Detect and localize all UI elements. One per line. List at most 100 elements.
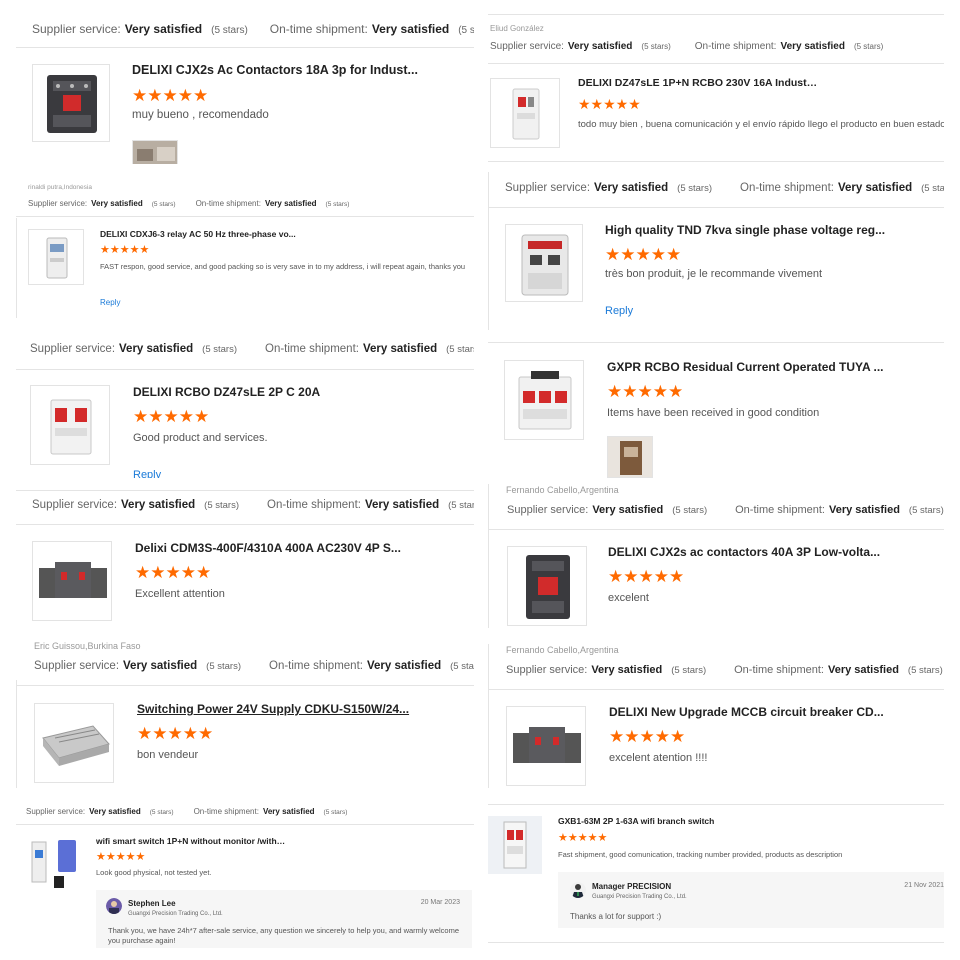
- review-card: rinaldi putra,Indonesia Supplier service…: [16, 178, 474, 320]
- seller-avatar: [570, 882, 586, 898]
- divider: [16, 824, 474, 825]
- seller-avatar: [106, 898, 122, 914]
- product-thumbnail[interactable]: [506, 706, 586, 786]
- product-thumbnail[interactable]: [28, 229, 84, 285]
- divider: [488, 342, 944, 343]
- review-card: Fernando Cabello,Argentina Supplier serv…: [488, 484, 944, 628]
- product-thumbnail[interactable]: [30, 385, 110, 465]
- divider: [488, 172, 489, 330]
- review-card: GXPR RCBO Residual Current Operated TUYA…: [488, 342, 944, 478]
- review-card: Supplier service: Very satisfied (5 stars)…: [16, 334, 474, 478]
- product-title[interactable]: DELIXI CJX2s Ac Contactors 18A 3p for In…: [132, 63, 432, 77]
- star-rating: ★★★★★: [132, 86, 209, 105]
- reviewer-name: rinaldi putra,Indonesia: [28, 184, 92, 191]
- product-thumbnail[interactable]: [507, 546, 587, 626]
- divider: [488, 529, 944, 530]
- product-thumbnail[interactable]: [488, 816, 542, 874]
- divider: [16, 490, 474, 491]
- seller-company: Guangxi Precision Trading Co., Ltd.: [592, 894, 687, 900]
- divider: [16, 685, 474, 686]
- product-title[interactable]: DELIXI CDXJ6-3 relay AC 50 Hz three-phas…: [100, 229, 320, 239]
- product-thumbnail[interactable]: [32, 541, 112, 621]
- product-title[interactable]: Delixi CDM3S-400F/4310A 400A AC230V 4P S…: [135, 541, 425, 555]
- ratings-row: Supplier service: Very satisfied (5 stars)…: [26, 807, 348, 816]
- star-rating: ★★★★★: [96, 851, 146, 863]
- star-rating: ★★★★★: [133, 407, 210, 426]
- seller-reply-text: Thank you, we have 24h*7 after-sale serv…: [108, 926, 460, 945]
- review-card: Supplier service: Very satisfied (5 stars)…: [16, 490, 474, 628]
- ratings-row: Supplier service: Very satisfied (5 stars)…: [30, 343, 474, 355]
- product-title[interactable]: GXPR RCBO Residual Current Operated TUYA…: [607, 360, 887, 374]
- review-card: Supplier service: Very satisfied (5 stars)…: [488, 172, 944, 330]
- review-comment: très bon produit, je le recommande vivem…: [605, 268, 823, 280]
- reply-date: 21 Nov 2021: [904, 882, 944, 889]
- divider: [488, 689, 944, 690]
- ratings-row: Supplier service: Very satisfied (5 stars)…: [506, 664, 943, 676]
- divider: [16, 218, 17, 318]
- review-comment: Look good physical, not tested yet.: [96, 868, 212, 877]
- star-rating: ★★★★★: [135, 563, 212, 582]
- seller-name: Stephen Lee: [128, 899, 176, 908]
- ratings-row: Supplier service: Very satisfied (5 stars)…: [507, 504, 944, 516]
- divider: [488, 207, 944, 208]
- review-photo[interactable]: [132, 140, 178, 164]
- review-comment: bon vendeur: [137, 749, 199, 761]
- review-comment: Excellent attention: [135, 588, 225, 600]
- ratings-row: Supplier service: Very satisfied (5 stars)…: [32, 22, 474, 36]
- review-comment: Good product and services.: [133, 432, 268, 444]
- review-card: Eric Guissou,Burkina Faso Supplier servi…: [16, 640, 474, 788]
- star-rating: ★★★★★: [100, 244, 150, 256]
- review-comment: muy bueno , recomendado: [132, 109, 269, 121]
- product-title[interactable]: wifi smart switch 1P+N without monitor /…: [96, 836, 286, 846]
- product-title[interactable]: Switching Power 24V Supply CDKU-S150W/24…: [137, 702, 417, 716]
- seller-reply: Stephen Lee Guangxi Precision Trading Co…: [96, 890, 472, 948]
- divider: [16, 524, 474, 525]
- review-card: Fernando Cabello,Argentina Supplier serv…: [488, 644, 944, 788]
- star-rating: ★★★★★: [578, 96, 641, 112]
- star-rating: ★★★★★: [609, 727, 686, 746]
- product-thumbnail[interactable]: [505, 224, 583, 302]
- reply-link[interactable]: Reply: [133, 469, 161, 478]
- divider: [16, 680, 17, 788]
- ratings-row: Supplier service: Very satisfied (5 stars)…: [505, 182, 944, 194]
- product-title[interactable]: High quality TND 7kva single phase volta…: [605, 223, 905, 237]
- product-thumbnail[interactable]: [34, 703, 114, 783]
- product-thumbnail[interactable]: [26, 836, 82, 892]
- divider: [488, 484, 489, 628]
- product-title[interactable]: GXB1-63M 2P 1-63A wifi branch switch: [558, 816, 758, 826]
- reply-link[interactable]: Reply: [605, 305, 633, 317]
- product-title[interactable]: DELIXI CJX2s ac contactors 40A 3P Low-vo…: [608, 545, 898, 559]
- product-title[interactable]: DELIXI DZ47sLE 1P+N RCBO 230V 16A Indust…: [578, 77, 818, 89]
- review-comment: Items have been received in good conditi…: [607, 407, 820, 419]
- seller-company: Guangxi Precision Trading Co., Ltd.: [128, 911, 223, 917]
- review-card: Supplier service: Very satisfied (5 stars)…: [16, 800, 474, 950]
- product-thumbnail[interactable]: [32, 64, 110, 142]
- product-thumbnail[interactable]: [504, 360, 584, 440]
- ratings-row: Supplier service: Very satisfied (5 stars)…: [28, 199, 350, 208]
- review-card: Eliud González Supplier service: Very sat…: [488, 14, 944, 164]
- review-card: Supplier service: Very satisfied (5 stars)…: [16, 14, 474, 164]
- reviewer-name: Fernando Cabello,Argentina: [506, 485, 619, 495]
- reviewer-name: Eliud González: [490, 24, 544, 33]
- product-title[interactable]: DELIXI New Upgrade MCCB circuit breaker …: [609, 705, 889, 719]
- reviewer-name: Fernando Cabello,Argentina: [506, 645, 619, 655]
- review-comment: Fast shipment, good comunication, tracki…: [558, 850, 843, 859]
- reply-link[interactable]: Reply: [100, 298, 120, 307]
- reviewer-name: Eric Guissou,Burkina Faso: [34, 641, 141, 651]
- review-photo[interactable]: [607, 436, 653, 478]
- star-rating: ★★★★★: [608, 567, 685, 586]
- review-card: GXB1-63M 2P 1-63A wifi branch switch ★★★…: [488, 804, 944, 944]
- divider: [488, 942, 944, 943]
- divider: [16, 47, 474, 48]
- divider: [16, 369, 474, 370]
- review-comment: excelent atention !!!!: [609, 752, 708, 764]
- seller-name: Manager PRECISION: [592, 882, 672, 891]
- reply-date: 20 Mar 2023: [420, 899, 460, 906]
- divider: [488, 14, 944, 15]
- product-title[interactable]: DELIXI RCBO DZ47sLE 2P C 20A: [133, 385, 433, 399]
- ratings-row: Supplier service: Very satisfied (5 stars)…: [490, 41, 884, 52]
- ratings-row: Supplier service: Very satisfied (5 stars)…: [32, 499, 474, 511]
- review-comment: excelent: [608, 592, 649, 604]
- divider: [488, 63, 944, 64]
- product-thumbnail[interactable]: [490, 78, 560, 148]
